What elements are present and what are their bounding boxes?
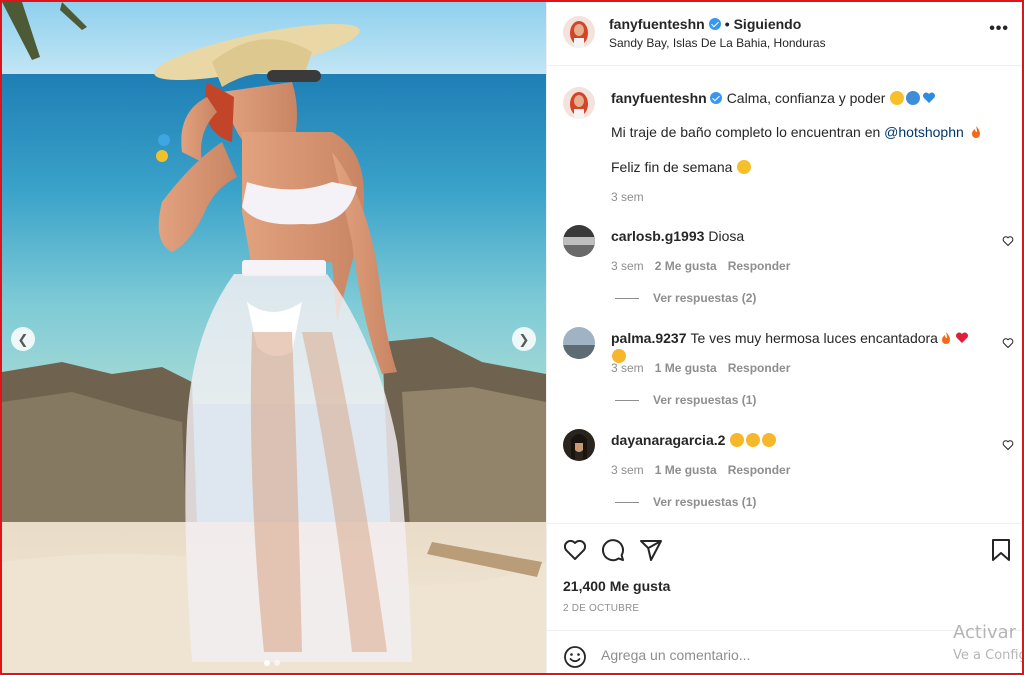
post-author-username[interactable]: fanyfuenteshn bbox=[609, 16, 705, 32]
verified-badge-icon bbox=[708, 18, 721, 30]
caption-mention-link[interactable]: @hotshophn bbox=[884, 124, 964, 140]
comment-likes-count[interactable]: 1 Me gusta bbox=[655, 463, 717, 477]
post-header: fanyfuenteshn • Siguiendo Sandy Bay, Islas… bbox=[547, 2, 1022, 66]
caption-text-2: Mi traje de baño completo lo encuentran … bbox=[611, 124, 881, 140]
fire-emoji-icon bbox=[969, 125, 983, 139]
fire-emoji-icon bbox=[939, 331, 953, 345]
comment-likes-count[interactable]: 1 Me gusta bbox=[655, 361, 717, 375]
comment-avatar[interactable] bbox=[563, 225, 595, 257]
separator-dot: • bbox=[724, 16, 730, 32]
chevron-right-icon: ❯ bbox=[518, 331, 530, 347]
avatar-image bbox=[563, 225, 595, 257]
comment-text: Te ves muy hermosa luces encantadora bbox=[690, 330, 938, 346]
comment-username[interactable]: carlosb.g1993 bbox=[611, 228, 704, 244]
avatar-image bbox=[563, 16, 595, 48]
sunglasses-emoji-icon bbox=[890, 91, 905, 105]
carousel-next-button[interactable]: ❯ bbox=[512, 327, 536, 351]
replies-line bbox=[615, 501, 639, 503]
comment-time[interactable]: 3 sem bbox=[611, 259, 644, 273]
avatar-image bbox=[563, 87, 595, 119]
beach-photo bbox=[2, 2, 546, 673]
bookmark-icon[interactable] bbox=[989, 538, 1013, 562]
view-replies-button[interactable]: Ver respuestas (1) bbox=[615, 393, 756, 407]
comment-meta: 3 sem 2 Me gusta Responder bbox=[611, 259, 790, 273]
post-media[interactable]: ❮ ❯ bbox=[2, 2, 546, 673]
likes-count[interactable]: 21,400 Me gusta bbox=[563, 578, 670, 594]
comment-likes-count[interactable]: 2 Me gusta bbox=[655, 259, 717, 273]
comments-section: fanyfuenteshn Calma, confianza y poder Mi… bbox=[547, 67, 1022, 523]
smile-icon[interactable] bbox=[563, 645, 587, 669]
caption-text-1: Calma, confianza y poder bbox=[726, 90, 886, 106]
heart-icon[interactable] bbox=[563, 538, 587, 562]
comment-username[interactable]: palma.9237 bbox=[611, 330, 687, 346]
comment-time[interactable]: 3 sem bbox=[611, 361, 644, 375]
comment-meta: 3 sem 1 Me gusta Responder bbox=[611, 361, 790, 375]
caption-line-1: fanyfuenteshn Calma, confianza y poder bbox=[611, 89, 985, 107]
star-eyes-emoji-icon bbox=[730, 433, 745, 447]
view-replies-label: Ver respuestas (2) bbox=[653, 291, 757, 305]
comment-avatar[interactable] bbox=[563, 429, 595, 461]
caption-text-3: Feliz fin de semana bbox=[611, 159, 733, 175]
replies-line bbox=[615, 297, 639, 299]
wave-emoji-icon bbox=[906, 91, 921, 105]
carousel-prev-button[interactable]: ❮ bbox=[11, 327, 35, 351]
avatar-image bbox=[563, 327, 595, 359]
view-replies-label: Ver respuestas (1) bbox=[653, 495, 757, 509]
caption-username[interactable]: fanyfuenteshn bbox=[611, 90, 707, 106]
comment-username[interactable]: dayanaragarcia.2 bbox=[611, 432, 725, 448]
caption-time[interactable]: 3 sem bbox=[611, 190, 644, 204]
carousel-indicator bbox=[264, 660, 280, 666]
blue-heart-emoji-icon bbox=[922, 91, 936, 105]
comment-text-row: carlosb.g1993 Diosa bbox=[611, 227, 985, 245]
comment-time[interactable]: 3 sem bbox=[611, 463, 644, 477]
add-comment-bar bbox=[547, 630, 1022, 673]
star-eyes-emoji-icon bbox=[762, 433, 777, 447]
comment-meta: 3 sem 1 Me gusta Responder bbox=[611, 463, 790, 477]
comment-text: Diosa bbox=[708, 228, 745, 244]
post-date[interactable]: 2 de octubre bbox=[563, 603, 639, 614]
more-options-icon[interactable]: ••• bbox=[989, 20, 1009, 38]
caption-line-3: Feliz fin de semana bbox=[611, 158, 985, 176]
replies-line bbox=[615, 399, 639, 401]
comment-input[interactable] bbox=[601, 643, 941, 667]
carousel-dot-1 bbox=[264, 660, 270, 666]
comment-text-row: dayanaragarcia.2 bbox=[611, 431, 985, 449]
comment-reply-button[interactable]: Responder bbox=[728, 259, 791, 273]
verified-badge-icon bbox=[709, 92, 722, 104]
caption-avatar[interactable] bbox=[563, 87, 595, 119]
comment-avatar[interactable] bbox=[563, 327, 595, 359]
comment-like-heart-icon[interactable] bbox=[1002, 439, 1014, 451]
share-icon[interactable] bbox=[639, 538, 663, 562]
view-replies-label: Ver respuestas (1) bbox=[653, 393, 757, 407]
view-replies-button[interactable]: Ver respuestas (2) bbox=[615, 291, 756, 305]
red-heart-emoji-icon bbox=[955, 331, 969, 345]
star-eyes-emoji-icon bbox=[746, 433, 761, 447]
comment-icon[interactable] bbox=[601, 538, 625, 562]
comment-like-heart-icon[interactable] bbox=[1002, 235, 1014, 247]
chevron-left-icon: ❮ bbox=[17, 331, 29, 347]
comment-reply-button[interactable]: Responder bbox=[728, 361, 791, 375]
post-location[interactable]: Sandy Bay, Islas De La Bahia, Honduras bbox=[609, 36, 826, 50]
comment-like-heart-icon[interactable] bbox=[1002, 337, 1014, 349]
avatar-image bbox=[563, 429, 595, 461]
comment-reply-button[interactable]: Responder bbox=[728, 463, 791, 477]
caption-meta: 3 sem bbox=[611, 190, 644, 204]
caption-line-2: Mi traje de baño completo lo encuentran … bbox=[611, 123, 985, 141]
screenshot-frame: ❮ ❯ fanyfuenteshn • Siguiendo Sandy Bay,… bbox=[0, 0, 1024, 675]
comment-text-row: palma.9237 Te ves muy hermosa luces encan… bbox=[611, 329, 985, 365]
post-side-panel: fanyfuenteshn • Siguiendo Sandy Bay, Islas… bbox=[546, 2, 1022, 673]
view-replies-button[interactable]: Ver respuestas (1) bbox=[615, 495, 756, 509]
following-button[interactable]: Siguiendo bbox=[734, 16, 802, 32]
carousel-dot-2 bbox=[274, 660, 280, 666]
post-actions: 21,400 Me gusta 2 de octubre bbox=[547, 523, 1022, 673]
avatar[interactable] bbox=[563, 16, 595, 48]
sunglasses-emoji-icon bbox=[737, 160, 752, 174]
